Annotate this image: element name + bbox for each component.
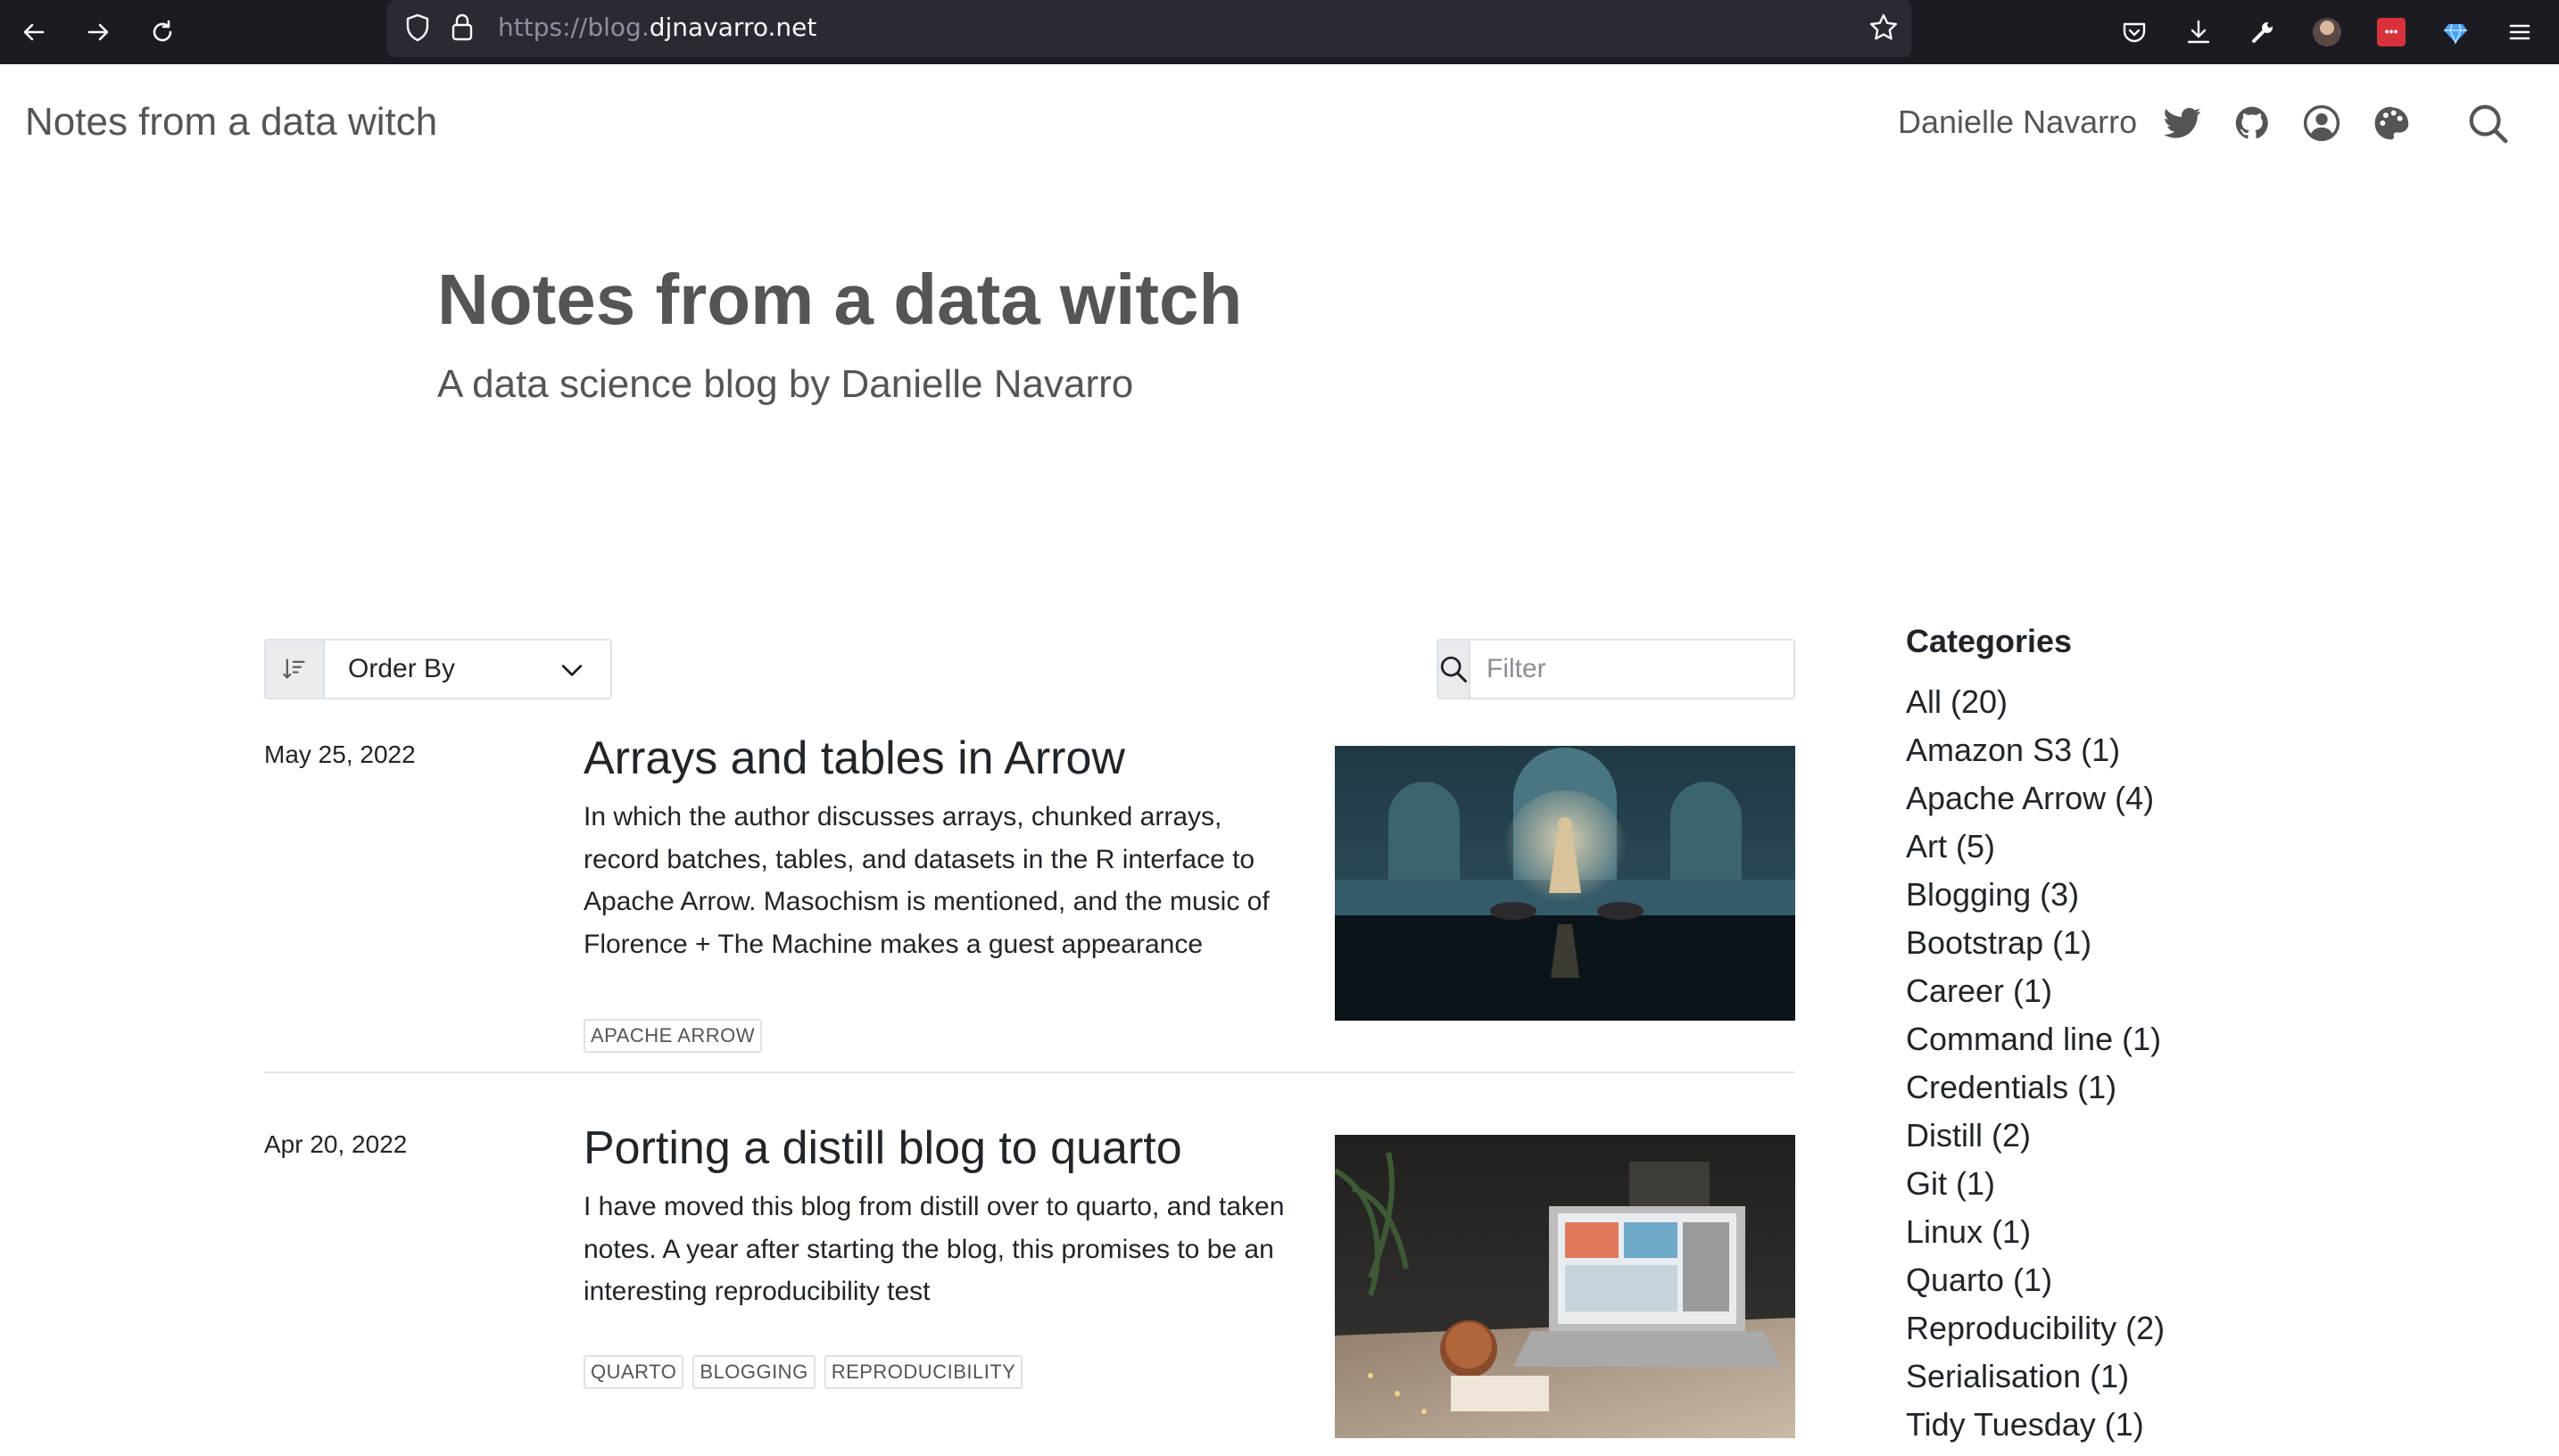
site-navbar: Notes from a data witch Danielle Navarro bbox=[0, 64, 2559, 180]
post-description[interactable]: I have moved this blog from distill over… bbox=[584, 1186, 1288, 1313]
url-text[interactable]: https://blog.djnavarro.net bbox=[498, 12, 816, 42]
menu-icon[interactable] bbox=[2498, 11, 2541, 54]
github-icon[interactable] bbox=[2227, 98, 2277, 148]
post-title[interactable]: Porting a distill blog to quarto bbox=[584, 1121, 1182, 1175]
category-link[interactable]: Career (1) bbox=[1906, 967, 2165, 1015]
palette-icon[interactable] bbox=[2366, 98, 2416, 148]
address-bar[interactable]: https://blog.djnavarro.net bbox=[387, 0, 1911, 57]
twitter-icon[interactable] bbox=[2157, 98, 2207, 148]
category-link[interactable]: Credentials (1) bbox=[1906, 1063, 2165, 1112]
back-button[interactable] bbox=[12, 11, 55, 54]
nav-author-link[interactable]: Danielle Navarro bbox=[1898, 103, 2137, 141]
order-by-label: Order By bbox=[348, 654, 456, 683]
lock-icon[interactable] bbox=[450, 12, 475, 43]
reload-button[interactable] bbox=[141, 11, 184, 54]
list-item: May 25, 2022 Arrays and tables in Arrow … bbox=[264, 732, 1795, 1071]
category-tag[interactable]: BLOGGING bbox=[692, 1355, 816, 1389]
order-by-control: Order By bbox=[264, 639, 612, 699]
filter-input[interactable] bbox=[1470, 641, 1831, 698]
browser-toolbar: https://blog.djnavarro.net ••• bbox=[0, 0, 2559, 64]
search-icon[interactable] bbox=[2463, 98, 2513, 148]
post-thumbnail-image[interactable] bbox=[1335, 746, 1795, 1021]
categories-heading: Categories bbox=[1906, 623, 2073, 659]
reload-icon bbox=[153, 20, 172, 42]
post-tags: QUARTO BLOGGING REPRODUCIBILITY bbox=[584, 1355, 1023, 1389]
category-link[interactable]: Tidy Tuesday (1) bbox=[1906, 1401, 2165, 1449]
category-link[interactable]: Blogging (3) bbox=[1906, 871, 2165, 919]
post-title[interactable]: Arrays and tables in Arrow bbox=[584, 732, 1125, 785]
category-link[interactable]: Git (1) bbox=[1906, 1160, 2165, 1208]
user-circle-icon[interactable] bbox=[2297, 98, 2347, 148]
category-tag[interactable]: APACHE ARROW bbox=[584, 1019, 763, 1053]
arrow-right-icon bbox=[87, 23, 109, 41]
post-date: May 25, 2022 bbox=[264, 740, 416, 768]
category-link[interactable]: Distill (2) bbox=[1906, 1112, 2165, 1160]
filter-search-icon[interactable] bbox=[1438, 641, 1470, 698]
category-link[interactable]: Bootstrap (1) bbox=[1906, 919, 2165, 967]
site-brand-link[interactable]: Notes from a data witch bbox=[25, 100, 437, 145]
category-link[interactable]: Serialisation (1) bbox=[1906, 1353, 2165, 1401]
category-tag[interactable]: REPRODUCIBILITY bbox=[824, 1355, 1023, 1389]
post-divider bbox=[264, 1071, 1795, 1073]
category-link[interactable]: Command line (1) bbox=[1906, 1015, 2165, 1063]
arrow-left-icon bbox=[23, 23, 45, 41]
post-thumbnail-image[interactable] bbox=[1335, 1135, 1795, 1438]
categories-list: All (20) Amazon S3 (1) Apache Arrow (4) … bbox=[1906, 678, 2165, 1449]
category-link[interactable]: Apache Arrow (4) bbox=[1906, 774, 2165, 823]
category-link[interactable]: Amazon S3 (1) bbox=[1906, 726, 2165, 774]
category-link[interactable]: Reproducibility (2) bbox=[1906, 1304, 2165, 1353]
filter-control bbox=[1437, 639, 1831, 699]
category-link[interactable]: Quarto (1) bbox=[1906, 1256, 2165, 1304]
bookmark-star-icon[interactable] bbox=[1868, 12, 1899, 43]
download-icon[interactable] bbox=[2177, 11, 2220, 54]
chevron-down-icon bbox=[561, 665, 583, 676]
page-subtitle: A data science blog by Danielle Navarro bbox=[437, 362, 1134, 406]
category-link[interactable]: Linux (1) bbox=[1906, 1208, 2165, 1256]
category-link[interactable]: Art (5) bbox=[1906, 823, 2165, 871]
sort-icon[interactable] bbox=[266, 641, 325, 698]
order-by-select[interactable]: Order By bbox=[325, 641, 610, 698]
post-tags: APACHE ARROW bbox=[584, 1019, 763, 1053]
post-date: Apr 20, 2022 bbox=[264, 1130, 408, 1158]
shield-icon[interactable] bbox=[403, 12, 432, 43]
page-title: Notes from a data witch bbox=[437, 260, 1243, 339]
category-tag[interactable]: QUARTO bbox=[584, 1355, 684, 1389]
pocket-icon[interactable] bbox=[2113, 11, 2156, 54]
forward-button[interactable] bbox=[77, 11, 120, 54]
wrench-icon[interactable] bbox=[2241, 11, 2284, 54]
extension-icon[interactable]: ••• bbox=[2370, 11, 2413, 54]
profile-avatar-icon[interactable] bbox=[2306, 11, 2348, 54]
post-description[interactable]: In which the author discusses arrays, ch… bbox=[584, 796, 1288, 965]
gem-extension-icon[interactable] bbox=[2434, 11, 2477, 54]
category-link[interactable]: All (20) bbox=[1906, 678, 2165, 726]
list-item: Apr 20, 2022 Porting a distill blog to q… bbox=[264, 1122, 1795, 1456]
